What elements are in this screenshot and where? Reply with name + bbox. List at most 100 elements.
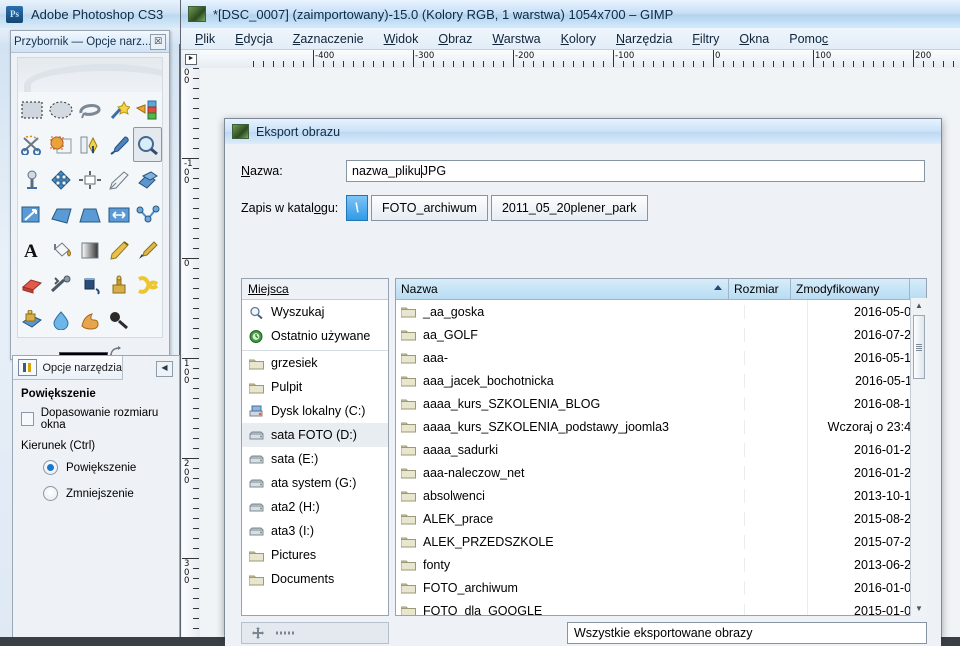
scroll-down-icon[interactable]: ▼	[911, 601, 927, 616]
table-row[interactable]: aaa_jacek_bochotnicka 2016-05-11	[396, 369, 926, 392]
toolbox-titlebar[interactable]: Przybornik — Opcje narz... ☒	[11, 31, 169, 53]
gradient-tool[interactable]	[76, 232, 105, 267]
fit-window-option-row[interactable]: Dopasowanie rozmiaru okna	[21, 407, 171, 431]
path-button-plener-park[interactable]: 2011_05_20plener_park	[490, 195, 648, 221]
place-item-documents[interactable]: Documents	[242, 567, 388, 591]
place-item-ata3-i[interactable]: ata3 (I:)	[242, 519, 388, 543]
table-row[interactable]: _aa_goska 2016-05-04	[396, 300, 926, 323]
photoshop-titlebar[interactable]: Ps Adobe Photoshop CS3	[0, 0, 180, 28]
menu-item-obraz[interactable]: Obraz	[438, 32, 472, 46]
shear-tool[interactable]	[18, 197, 47, 232]
tab-tool-options[interactable]: Opcje narzędzia	[13, 356, 123, 380]
scroll-up-icon[interactable]: ▲	[911, 298, 927, 313]
table-row[interactable]: aaaa_kurs_SZKOLENIA_BLOG 2016-08-19	[396, 392, 926, 415]
place-item-ostatnio-u-ywane[interactable]: Ostatnio używane	[242, 324, 388, 348]
path-button-foto-archiwum[interactable]: FOTO_archiwum	[371, 195, 488, 221]
scale-tool[interactable]	[76, 162, 105, 197]
close-icon[interactable]: ☒	[150, 33, 166, 50]
path-button-root[interactable]: \	[346, 195, 368, 221]
horizontal-ruler[interactable]: -400 -300 -200 -100 0 100 200	[200, 50, 960, 69]
radio-zoom-in-button[interactable]	[43, 460, 58, 475]
smudge-tool[interactable]	[76, 302, 105, 337]
table-row[interactable]: FOTO_dla_GOOGLE 2015-01-08	[396, 599, 926, 615]
lasso-tool[interactable]	[76, 92, 105, 127]
dodge-burn-tool[interactable]	[104, 302, 133, 337]
column-header-size[interactable]: Rozmiar	[729, 279, 791, 299]
menu-item-kolory[interactable]: Kolory	[561, 32, 596, 46]
vertical-ruler[interactable]: -200 -100 0 100 200 300	[182, 68, 201, 637]
table-row[interactable]: aaaa_kurs_SZKOLENIA_podstawy_joomla3 Wczo…	[396, 415, 926, 438]
paintbrush-tool[interactable]	[133, 232, 162, 267]
menu-item-pomoc[interactable]: Pomoc	[789, 32, 828, 46]
pencil-tool[interactable]	[104, 232, 133, 267]
ruler-corner-button[interactable]: ►	[182, 50, 201, 69]
file-type-filter[interactable]: Wszystkie eksportowane obrazy	[567, 622, 927, 644]
color-sampler-tool[interactable]	[133, 92, 162, 127]
layers-tool[interactable]	[133, 162, 162, 197]
table-row[interactable]: aaa-naleczow_net 2016-01-23	[396, 461, 926, 484]
measure-tool[interactable]	[76, 127, 105, 162]
menu-item-narzędzia[interactable]: Narzędzia	[616, 32, 672, 46]
blur-tool[interactable]	[47, 302, 76, 337]
gimp-menubar[interactable]: Plik Edycja Zaznaczenie Widok Obraz Warstwa Ko…	[181, 28, 960, 50]
scrollbar-thumb[interactable]	[913, 315, 925, 379]
path-tool[interactable]	[133, 197, 162, 232]
stamp-tool[interactable]	[47, 127, 76, 162]
dialog-titlebar[interactable]: Eksport obrazu	[225, 119, 941, 144]
fit-window-checkbox[interactable]	[21, 412, 34, 426]
column-header-name[interactable]: Nazwa	[396, 279, 729, 299]
column-header-modified[interactable]: Zmodyfikowany	[791, 279, 909, 299]
text-tool[interactable]: A	[18, 232, 47, 267]
place-item-grzesiek[interactable]: grzesiek	[242, 350, 388, 375]
menu-item-edycja[interactable]: Edycja	[235, 32, 273, 46]
perspective-clone-tool[interactable]	[18, 302, 47, 337]
move-tool[interactable]	[47, 162, 76, 197]
menu-item-okna[interactable]: Okna	[739, 32, 769, 46]
table-row[interactable]: FOTO_archiwum 2016-01-01	[396, 576, 926, 599]
place-item-pulpit[interactable]: Pulpit	[242, 375, 388, 399]
table-row[interactable]: aa_GOLF 2016-07-22	[396, 323, 926, 346]
place-item-pictures[interactable]: Pictures	[242, 543, 388, 567]
perspective2-tool[interactable]	[76, 197, 105, 232]
menu-item-filtry[interactable]: Filtry	[692, 32, 719, 46]
table-row[interactable]: aaaa_sadurki 2016-01-23	[396, 438, 926, 461]
table-row[interactable]: ALEK_PRZEDSZKOLE 2015-07-29	[396, 530, 926, 553]
elliptical-marquee-tool[interactable]	[47, 92, 76, 127]
flip-tool[interactable]	[104, 197, 133, 232]
rectangular-marquee-tool[interactable]	[18, 92, 47, 127]
filename-input[interactable]: nazwa_pliku JPG	[346, 160, 925, 182]
clone-tool[interactable]	[104, 267, 133, 302]
eyedropper-tool[interactable]	[104, 127, 133, 162]
airbrush-tool[interactable]	[18, 162, 47, 197]
collapse-panel-icon[interactable]: ◀	[156, 361, 173, 377]
radio-zoom-out[interactable]: Zmniejszenie	[43, 486, 171, 501]
place-item-ata2-h[interactable]: ata2 (H:)	[242, 495, 388, 519]
magic-wand-tool[interactable]	[104, 92, 133, 127]
ink-tool[interactable]	[76, 267, 105, 302]
place-item-sata-e[interactable]: sata (E:)	[242, 447, 388, 471]
healing-tool[interactable]	[47, 267, 76, 302]
radio-zoom-out-button[interactable]	[43, 486, 58, 501]
place-item-ata-system-g[interactable]: ata system (G:)	[242, 471, 388, 495]
place-item-sata-foto-d[interactable]: sata FOTO (D:)	[242, 423, 388, 447]
zoom-tool[interactable]	[133, 127, 162, 162]
pen-tool[interactable]	[104, 162, 133, 197]
menu-item-zaznaczenie[interactable]: Zaznaczenie	[293, 32, 364, 46]
file-list-scrollbar[interactable]: ▲ ▼	[910, 298, 927, 616]
bucket-fill-tool[interactable]	[47, 232, 76, 267]
menu-item-plik[interactable]: Plik	[195, 32, 215, 46]
place-item-dysk-lokalny-c[interactable]: Dysk lokalny (C:)	[242, 399, 388, 423]
eraser-tool[interactable]	[18, 267, 47, 302]
place-item-wyszukaj[interactable]: Wyszukaj	[242, 300, 388, 324]
scissors-tool[interactable]	[18, 127, 47, 162]
gimp-titlebar[interactable]: *[DSC_0007] (zaimportowany)-15.0 (Kolory…	[181, 0, 960, 28]
menu-item-warstwa[interactable]: Warstwa	[492, 32, 540, 46]
perspective-tool[interactable]	[47, 197, 76, 232]
radio-zoom-in[interactable]: Powiększenie	[43, 460, 171, 475]
table-row[interactable]: fonty 2013-06-27	[396, 553, 926, 576]
crosshatch-tool[interactable]	[133, 267, 162, 302]
table-row[interactable]: aaa- 2016-05-18	[396, 346, 926, 369]
expander-row[interactable]	[241, 622, 389, 644]
menu-item-widok[interactable]: Widok	[384, 32, 419, 46]
table-row[interactable]: ALEK_prace 2015-08-24	[396, 507, 926, 530]
